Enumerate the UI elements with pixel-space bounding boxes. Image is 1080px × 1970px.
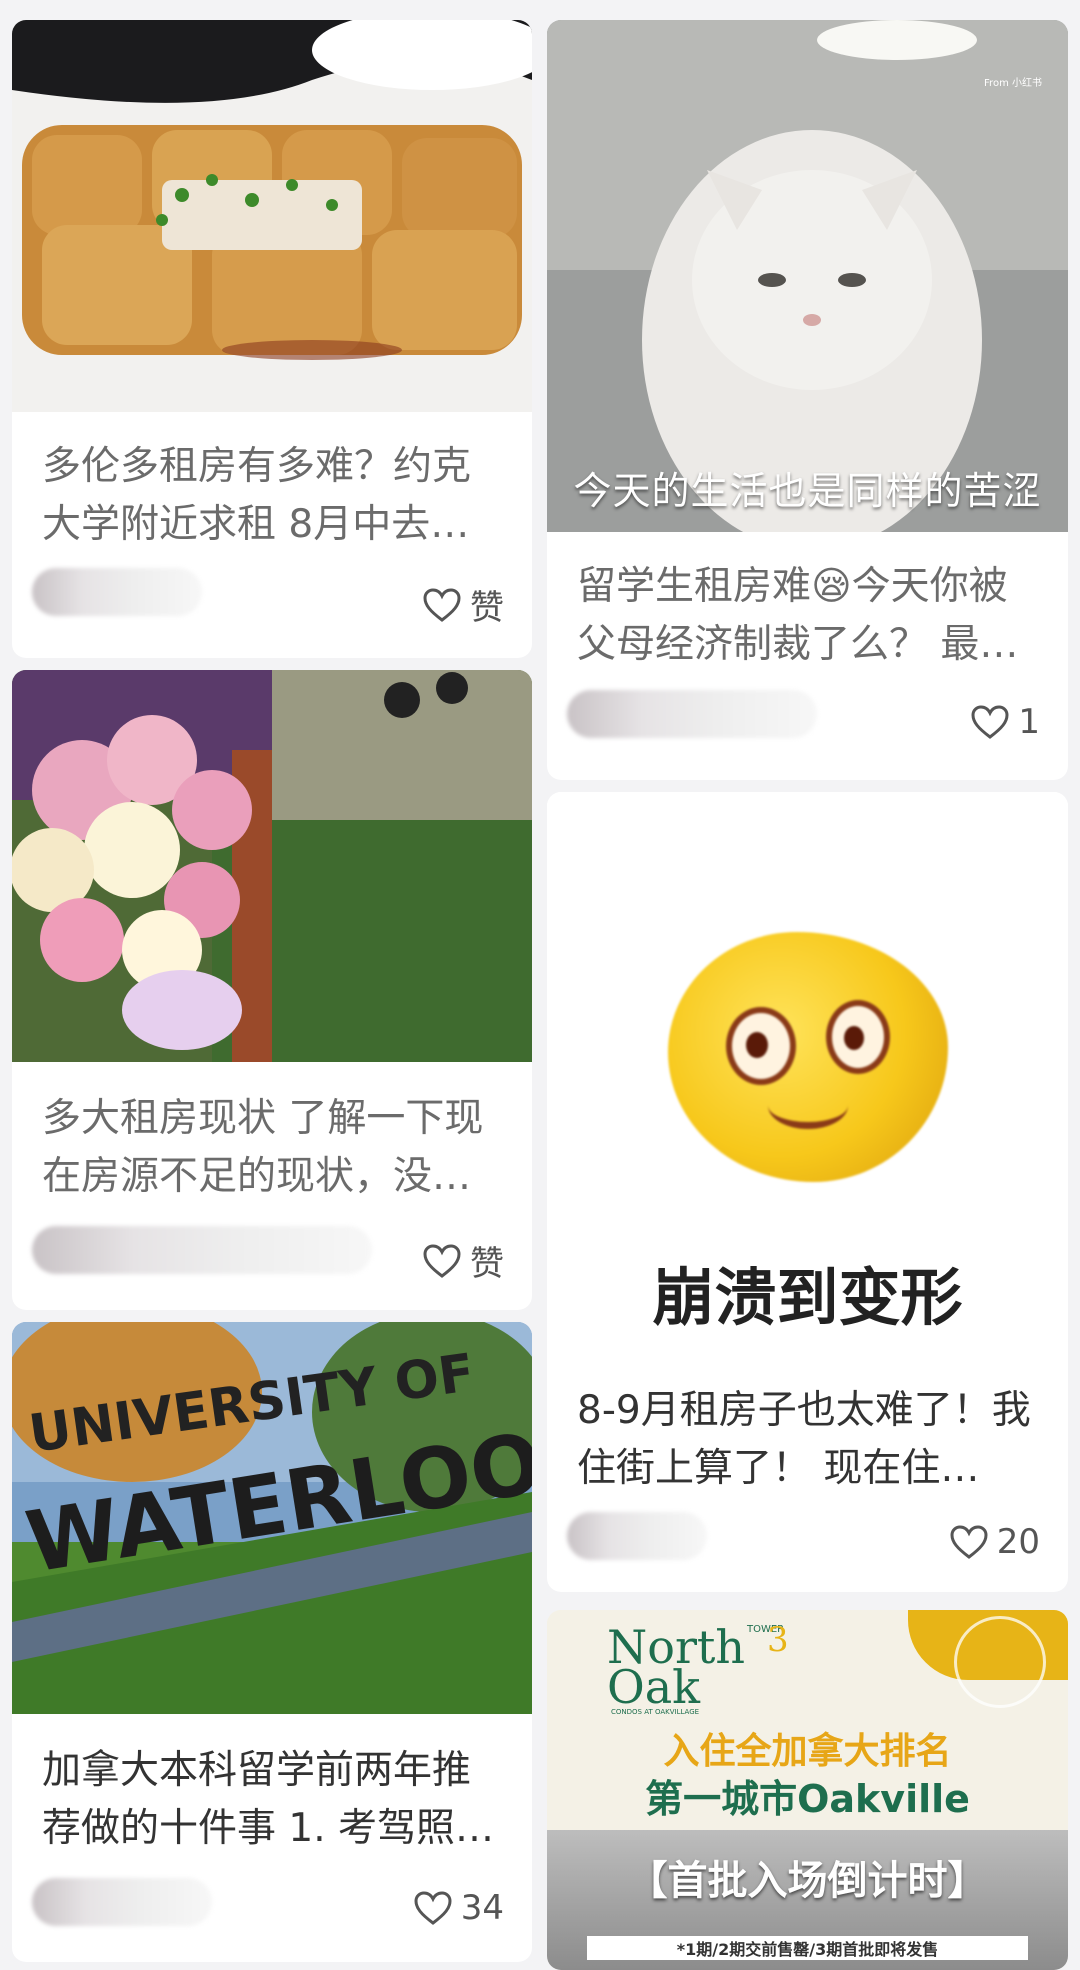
ad-brand-oak: Oak [607, 1660, 701, 1714]
feed: 多伦多租房有多难？约克大学附近求租 8月中去… 赞 From 小红书 今天的生活… [0, 0, 1080, 1970]
emoji-face-image [667, 932, 948, 1182]
image-caption: 崩溃到变形 [652, 1261, 963, 1334]
ad-card[interactable]: North Oak TOWER 3 CONDOS AT OAKVILLAGE 入… [547, 1610, 1068, 1970]
like-count: 赞 [470, 1244, 504, 1284]
ad-headline-2: 第一城市Oakville [645, 1777, 970, 1821]
author-avatar[interactable] [567, 690, 817, 738]
post-image [12, 670, 532, 1062]
post-card[interactable]: 多大租房现状 了解一下现在房源不足的现状，没… 赞 [12, 670, 532, 1310]
author-avatar[interactable] [32, 1878, 212, 1926]
post-image [547, 20, 1068, 532]
like-count: 34 [460, 1888, 504, 1928]
watermark: From 小红书 [984, 78, 1042, 89]
image-overlay-text: 今天的生活也是同样的苦涩 [573, 469, 1042, 513]
post-image: UNIVERSITY OF WATERLOO [12, 1322, 532, 1714]
post-card[interactable]: 崩溃到变形 8-9月租房子也太难了！我住街上算了！ 现在住… 20 [547, 792, 1068, 1592]
ad-subtitle: CONDOS AT OAKVILLAGE [611, 1708, 700, 1716]
post-title[interactable]: 留学生租房难😪今天你被父母经济制裁了么？ 最… [577, 558, 1040, 674]
ad-headline-1: 入住全加拿大排名 [663, 1731, 952, 1772]
heart-icon [423, 587, 461, 622]
ad-tower-number: 3 [767, 1620, 789, 1660]
post-card[interactable]: From 小红书 今天的生活也是同样的苦涩 留学生租房难😪今天你被父母经济制裁了… [547, 20, 1068, 780]
like-button[interactable]: 赞 [422, 580, 504, 629]
author-avatar[interactable] [32, 1226, 372, 1274]
watermark-seal [954, 1616, 1046, 1708]
post-card[interactable]: UNIVERSITY OF WATERLOO 加拿大本科留学前两年推荐做的十件事… [12, 1322, 532, 1962]
post-title[interactable]: 多大租房现状 了解一下现在房源不足的现状，没… [42, 1090, 504, 1206]
post-title[interactable]: 加拿大本科留学前两年推荐做的十件事 1. 考驾照… [42, 1742, 504, 1858]
post-image [12, 20, 532, 412]
post-title[interactable]: 8-9月租房子也太难了！我住街上算了！ 现在住… [577, 1382, 1040, 1498]
ad-footer-text: *1期/2期交前售罄/3期首批即将发售 [676, 1940, 939, 1959]
like-button[interactable]: 34 [413, 1888, 504, 1928]
like-button[interactable]: 20 [949, 1522, 1040, 1562]
like-button[interactable]: 1 [970, 702, 1040, 742]
post-title[interactable]: 多伦多租房有多难？约克大学附近求租 8月中去… [42, 438, 504, 554]
like-button[interactable]: 赞 [422, 1236, 504, 1285]
heart-icon [414, 1891, 452, 1925]
author-avatar[interactable] [32, 568, 202, 616]
like-count: 赞 [470, 588, 504, 628]
heart-icon [950, 1525, 988, 1559]
post-card[interactable]: 多伦多租房有多难？约克大学附近求租 8月中去… 赞 [12, 20, 532, 658]
author-avatar[interactable] [567, 1512, 707, 1560]
heart-icon [423, 1243, 461, 1278]
like-count: 1 [1018, 702, 1040, 742]
post-image: 崩溃到变形 [547, 792, 1068, 1352]
heart-icon [971, 705, 1009, 739]
ad-banner: 【首批入场倒计时】 [627, 1858, 988, 1904]
like-count: 20 [996, 1522, 1040, 1562]
